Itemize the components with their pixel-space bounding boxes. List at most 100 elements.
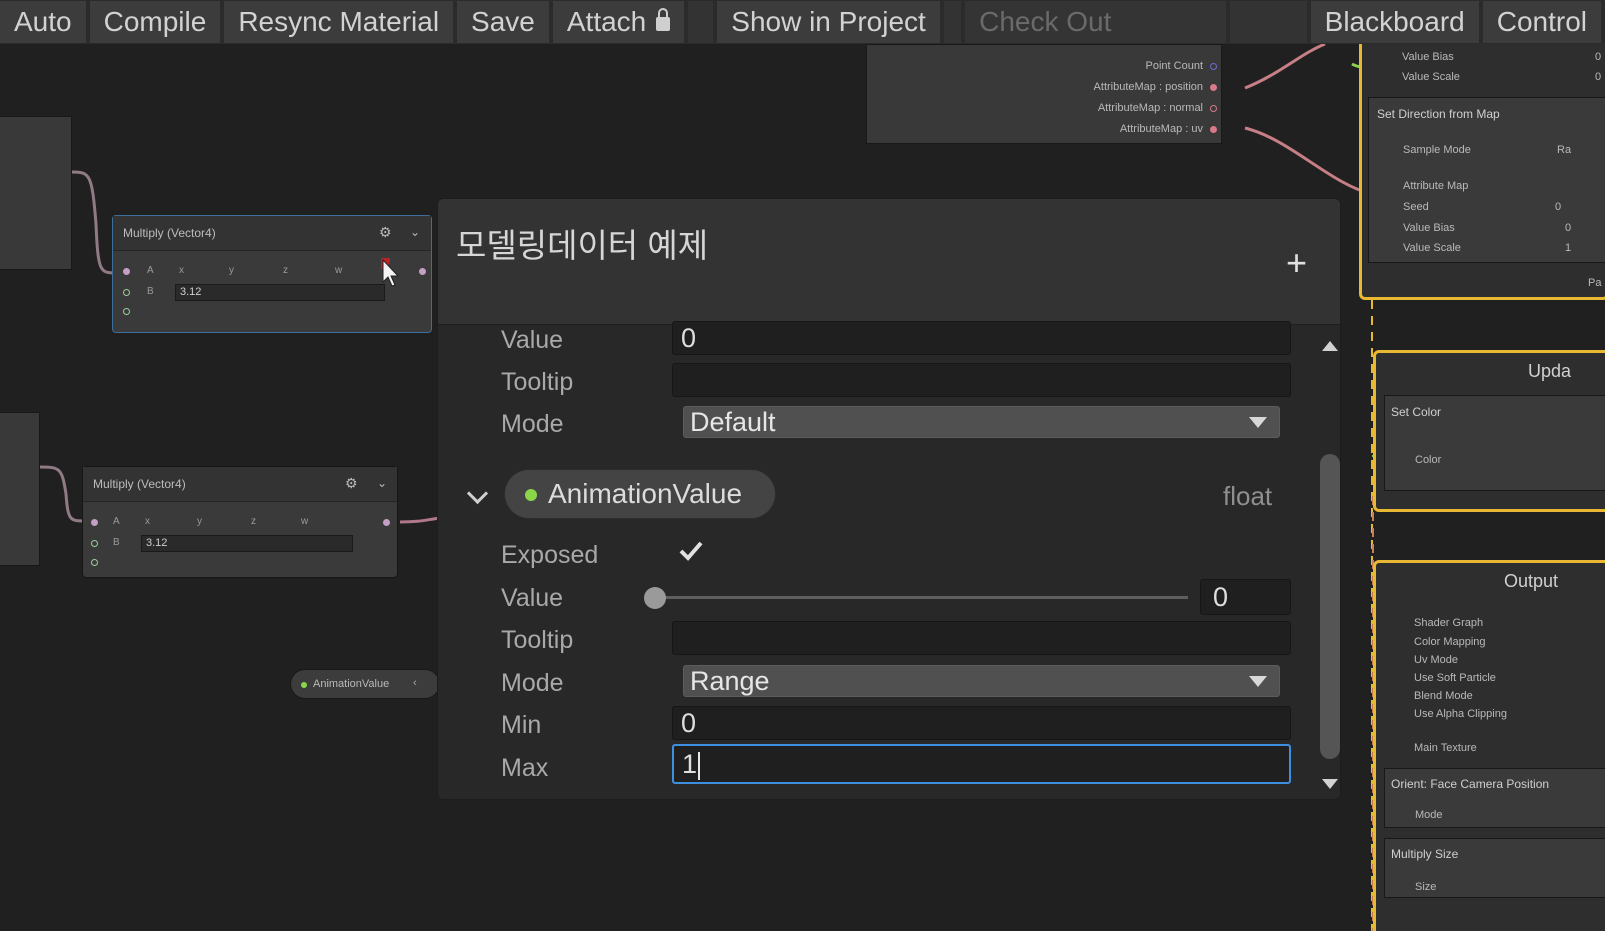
orient-block[interactable]: Orient: Face Camera Position Mode	[1384, 768, 1605, 828]
y-label: y	[197, 516, 202, 527]
chevron-down-icon[interactable]: ⌄	[410, 225, 420, 239]
value-slider-input[interactable]: 0	[1200, 579, 1291, 615]
size-label: Size	[1415, 881, 1437, 893]
toolbar-spacer	[943, 1, 962, 43]
blackboard-toggle-button[interactable]: Blackboard	[1310, 1, 1479, 43]
output-port[interactable]	[383, 519, 390, 526]
max-value: 1	[682, 749, 698, 779]
multiply-vector4-node[interactable]: Multiply (Vector4) ⚙ ⌄ A x y z w B 3.12	[82, 466, 398, 578]
gear-icon[interactable]: ⚙	[345, 475, 358, 492]
output-port[interactable]	[1210, 63, 1217, 70]
multiply-size-block[interactable]: Multiply Size Size	[1384, 838, 1605, 898]
resync-material-button[interactable]: Resync Material	[224, 1, 454, 43]
b-value-field[interactable]: 3.12	[141, 535, 353, 552]
exposed-label: Exposed	[501, 541, 599, 569]
tooltip-input[interactable]	[672, 363, 1291, 397]
value-scale-value: 0	[1595, 71, 1602, 83]
output-port[interactable]	[1210, 126, 1217, 133]
value-slider-handle[interactable]	[644, 587, 666, 609]
value-bias-label: Value Bias	[1402, 51, 1454, 63]
value-input[interactable]: 0	[672, 321, 1291, 355]
main-texture-label: Main Texture	[1414, 742, 1477, 754]
min-input[interactable]: 0	[672, 706, 1291, 740]
output-context[interactable]: Output Shader Graph Color Mapping Uv Mod…	[1373, 560, 1605, 931]
lock-icon	[656, 8, 671, 31]
b-value-field[interactable]: 3.12	[175, 284, 385, 301]
scrollbar-thumb[interactable]	[1320, 454, 1340, 759]
control-panel-button[interactable]: Control	[1482, 1, 1601, 43]
gear-icon[interactable]: ⚙	[379, 224, 392, 241]
mode-dropdown[interactable]: Default	[683, 406, 1280, 438]
attach-button[interactable]: Attach	[552, 1, 685, 43]
input-port-b[interactable]	[123, 289, 130, 296]
chevron-down-icon[interactable]: ⌄	[377, 476, 387, 490]
set-color-block[interactable]: Set Color Color	[1384, 395, 1605, 491]
node-title: Multiply (Vector4)	[93, 477, 186, 491]
add-property-button[interactable]: +	[1286, 245, 1307, 281]
value-scale-label: Value Scale	[1403, 242, 1461, 254]
min-label: Min	[501, 711, 542, 739]
input-port-a[interactable]	[123, 268, 130, 275]
tooltip-input[interactable]	[672, 621, 1291, 655]
check-out-button[interactable]: Check Out	[965, 1, 1226, 43]
blackboard-header: 모델링데이터 예제 +	[438, 199, 1340, 325]
sample-mode-value: Ra	[1557, 144, 1572, 156]
port-b-label: B	[147, 286, 154, 297]
use-soft-particle-label: Use Soft Particle	[1414, 672, 1496, 684]
wire	[39, 465, 87, 523]
show-in-project-button[interactable]: Show in Project	[717, 1, 940, 43]
x-label: x	[179, 265, 184, 276]
collapse-chevron-icon[interactable]	[466, 482, 489, 505]
scroll-up-arrow-icon[interactable]	[1322, 341, 1338, 351]
parameter-chip-label: AnimationValue	[313, 678, 390, 690]
text-caret	[698, 751, 701, 780]
mode-dropdown[interactable]: Range	[683, 665, 1280, 697]
use-alpha-clipping-label: Use Alpha Clipping	[1414, 708, 1507, 720]
chevron-left-icon: ‹	[413, 677, 417, 689]
compile-button[interactable]: Compile	[89, 1, 221, 43]
tooltip-label: Tooltip	[501, 368, 574, 396]
context-pa-label: Pa	[1588, 277, 1602, 289]
node-title: Multiply (Vector4)	[123, 226, 216, 240]
multiply-size-title: Multiply Size	[1391, 847, 1459, 861]
float-dot	[301, 682, 307, 688]
set-direction-block[interactable]: Set Direction from Map Sample Mode Ra At…	[1368, 97, 1605, 263]
animation-value-parameter-node[interactable]: AnimationValue ‹	[290, 669, 440, 699]
scroll-down-arrow-icon[interactable]	[1322, 779, 1338, 789]
port-a-label: A	[113, 516, 120, 527]
mode-value: Default	[690, 407, 776, 437]
color-label: Color	[1415, 454, 1442, 466]
input-port-c[interactable]	[91, 559, 98, 566]
dropdown-arrow-icon	[1249, 676, 1267, 687]
attribute-map-label: Attribute Map	[1403, 180, 1469, 192]
y-label: y	[229, 265, 234, 276]
initialize-context[interactable]: Value Bias Value Scale 0 0 Set Direction…	[1359, 44, 1605, 300]
z-label: z	[251, 516, 256, 527]
input-port-b[interactable]	[91, 540, 98, 547]
exposed-checkbox[interactable]	[676, 536, 706, 566]
wire	[1244, 44, 1326, 90]
auto-button[interactable]: Auto	[0, 1, 86, 43]
save-button[interactable]: Save	[457, 1, 549, 43]
attribute-position-label: AttributeMap : position	[1093, 81, 1203, 93]
seed-label: Seed	[1403, 201, 1429, 213]
output-port[interactable]	[1210, 105, 1217, 112]
offscreen-node-stub[interactable]	[0, 412, 40, 566]
point-cache-node[interactable]: Point Count AttributeMap : position Attr…	[866, 44, 1222, 144]
output-port[interactable]	[419, 268, 426, 275]
property-pill[interactable]: AnimationValue	[504, 469, 776, 519]
input-port-c[interactable]	[123, 308, 130, 315]
max-input[interactable]: 1	[672, 744, 1291, 784]
output-port[interactable]	[1210, 84, 1217, 91]
offscreen-node-stub[interactable]	[0, 116, 72, 270]
tooltip-label: Tooltip	[501, 626, 574, 654]
attribute-uv-label: AttributeMap : uv	[1119, 123, 1203, 135]
update-context[interactable]: Upda Set Color Color	[1373, 350, 1605, 512]
seed-value: 0	[1555, 201, 1562, 213]
blackboard-panel[interactable]: 모델링데이터 예제 + Value 0 Tooltip Mode Default…	[437, 198, 1341, 800]
color-mapping-label: Color Mapping	[1414, 636, 1486, 648]
w-label: w	[301, 516, 309, 527]
value-slider-track[interactable]	[654, 596, 1188, 599]
input-port-a[interactable]	[91, 519, 98, 526]
port-a-label: A	[147, 265, 154, 276]
